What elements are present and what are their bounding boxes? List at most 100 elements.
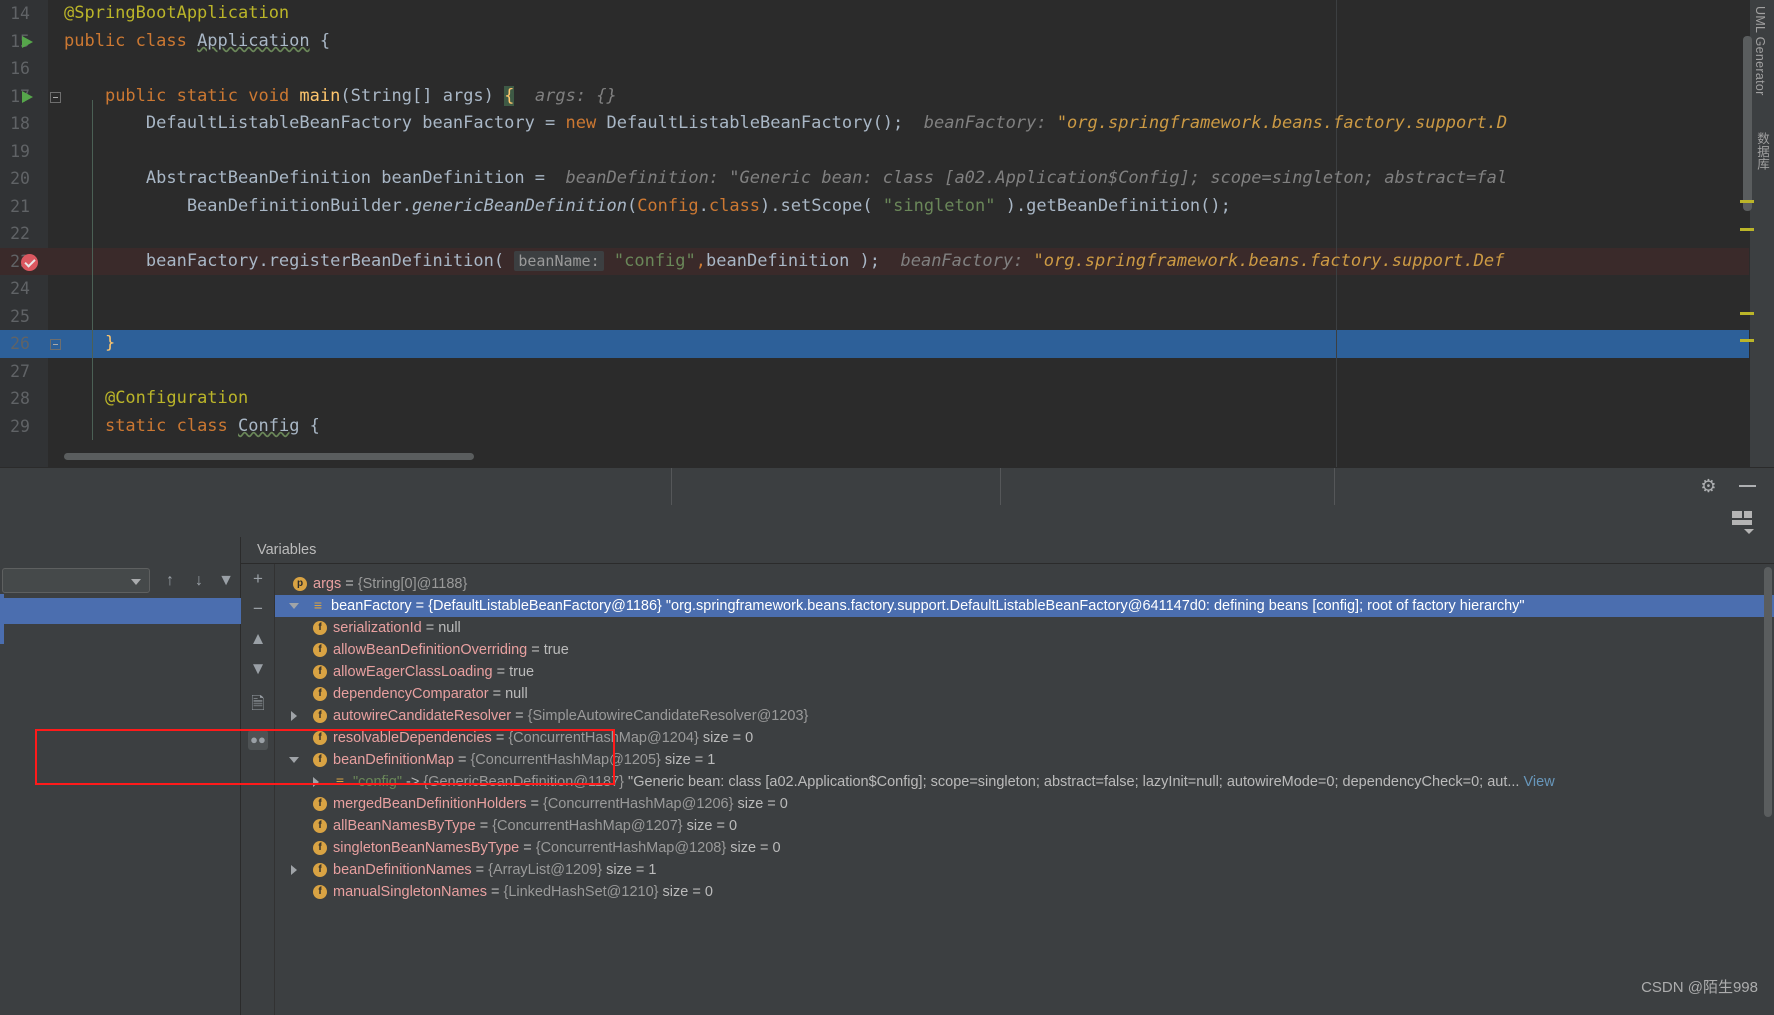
- fold-region-icon[interactable]: [50, 91, 61, 103]
- variable-meta: {String[0]@1188}: [357, 576, 468, 592]
- arrow-up-icon[interactable]: ↑: [160, 571, 180, 591]
- variable-row[interactable]: p args = {String[0]@1188}: [275, 573, 1774, 595]
- field-icon: f: [313, 885, 327, 899]
- variables-tree[interactable]: p args = {String[0]@1188} ≡ beanFactory …: [275, 564, 1774, 1015]
- variable-row[interactable]: f beanDefinitionMap = {ConcurrentHashMap…: [275, 749, 1774, 771]
- arrow-down-icon[interactable]: ↓: [189, 571, 209, 591]
- chevron-down-icon[interactable]: [289, 603, 299, 609]
- field-icon: f: [313, 863, 327, 877]
- code-line[interactable]: 22: [0, 220, 1749, 248]
- editor-vertical-scrollbar[interactable]: [1743, 36, 1752, 211]
- line-number: 25: [10, 306, 30, 326]
- code-editor[interactable]: 14 @SpringBootApplication 15 public clas…: [0, 0, 1774, 467]
- variable-row[interactable]: f allBeanNamesByType = {ConcurrentHashMa…: [275, 815, 1774, 837]
- variables-scrollbar[interactable]: [1764, 567, 1772, 817]
- variable-row[interactable]: f serializationId = null: [275, 617, 1774, 639]
- code-line[interactable]: 27: [0, 358, 1749, 386]
- editor-marker-warning[interactable]: [1740, 312, 1754, 315]
- variable-eq: =: [486, 884, 504, 900]
- run-gutter-icon[interactable]: [22, 35, 33, 48]
- editor-marker-warning[interactable]: [1740, 228, 1754, 231]
- line-number: 21: [10, 196, 30, 216]
- parameter-icon: p: [293, 577, 307, 591]
- variable-name: manualSingletonNames: [333, 884, 487, 900]
- variable-row[interactable]: f beanDefinitionNames = {ArrayList@1209}…: [275, 859, 1774, 881]
- debugger-panel: ↑ ↓ ▼ Variables + − ▲ ▼ 🗎 ●● p args = {S…: [0, 537, 1774, 1015]
- code-line[interactable]: 20 AbstractBeanDefinition beanDefinition…: [0, 165, 1749, 193]
- tab-database[interactable]: 数据库: [1753, 132, 1772, 170]
- editor-marker-warning[interactable]: [1740, 200, 1754, 203]
- down-triangle-icon[interactable]: ▼: [248, 659, 268, 679]
- object-icon: ≡: [335, 773, 345, 789]
- code-line-selected[interactable]: 26 }: [0, 330, 1749, 358]
- layout-settings-icon[interactable]: [1732, 511, 1754, 527]
- variable-name: allowBeanDefinitionOverriding: [333, 642, 528, 658]
- variable-row-config-entry[interactable]: ≡ "config" -> {GenericBeanDefinition@118…: [275, 771, 1774, 793]
- code-line[interactable]: 28 @Configuration: [0, 385, 1749, 413]
- fold-region-icon[interactable]: [50, 339, 61, 350]
- editor-marker-warning[interactable]: [1740, 339, 1754, 342]
- thread-select[interactable]: [2, 568, 150, 593]
- tab-uml-generator[interactable]: UML Generator: [1753, 6, 1767, 96]
- variable-name: args: [313, 576, 342, 592]
- variable-row[interactable]: f mergedBeanDefinitionHolders = {Concurr…: [275, 793, 1774, 815]
- variable-eq: =: [491, 730, 509, 746]
- glasses-icon[interactable]: ●●: [248, 730, 268, 750]
- field-icon: f: [313, 643, 327, 657]
- code-line[interactable]: 18 DefaultListableBeanFactory beanFactor…: [0, 110, 1749, 138]
- code-line[interactable]: 19: [0, 138, 1749, 166]
- code-line[interactable]: 25: [0, 303, 1749, 331]
- code-line-current-execution[interactable]: 23 beanFactory.registerBeanDefinition( b…: [0, 247, 1749, 275]
- variable-name: mergedBeanDefinitionHolders: [333, 796, 527, 812]
- chevron-right-icon[interactable]: [291, 865, 297, 875]
- line-content: }: [104, 333, 116, 353]
- code-line[interactable]: 24: [0, 275, 1749, 303]
- code-line[interactable]: 29 static class Config {: [0, 413, 1749, 441]
- chevron-down-icon[interactable]: [289, 757, 299, 763]
- variable-row[interactable]: f allowEagerClassLoading = true: [275, 661, 1774, 683]
- line-number: 14: [10, 4, 30, 23]
- variable-row[interactable]: f autowireCandidateResolver = {SimpleAut…: [275, 705, 1774, 727]
- plus-icon[interactable]: +: [248, 569, 268, 589]
- variable-name: dependencyComparator: [333, 686, 489, 702]
- copy-icon[interactable]: 🗎: [248, 694, 268, 714]
- minimize-icon[interactable]: [1739, 485, 1756, 487]
- frames-pane[interactable]: ↑ ↓ ▼: [0, 537, 241, 1015]
- code-line[interactable]: 21 BeanDefinitionBuilder.genericBeanDefi…: [0, 193, 1749, 221]
- variable-row[interactable]: f allowBeanDefinitionOverriding = true: [275, 639, 1774, 661]
- variable-name: beanFactory: [331, 598, 412, 614]
- editor-horizontal-scrollbar[interactable]: [64, 453, 474, 460]
- chevron-right-icon[interactable]: [291, 711, 297, 721]
- gear-icon[interactable]: ⚙: [1699, 477, 1718, 496]
- watermark: CSDN @陌生998: [1641, 979, 1758, 996]
- variable-row-selected[interactable]: ≡ beanFactory = {DefaultListableBeanFact…: [275, 595, 1774, 617]
- chevron-down-icon[interactable]: [1744, 529, 1754, 534]
- breakpoint-icon[interactable]: [21, 253, 38, 271]
- variable-row[interactable]: f dependencyComparator = null: [275, 683, 1774, 705]
- field-icon: f: [313, 841, 327, 855]
- debug-toolbar-strip: [0, 505, 1774, 537]
- code-line[interactable]: 14 @SpringBootApplication: [0, 0, 1749, 28]
- status-divider: [1000, 468, 1001, 505]
- variable-name: allowEagerClassLoading: [333, 664, 493, 680]
- code-line[interactable]: 15 public class Application {: [0, 28, 1749, 56]
- variable-row[interactable]: f singletonBeanNamesByType = {Concurrent…: [275, 837, 1774, 859]
- right-tool-tabs[interactable]: UML Generator 数据库: [1749, 0, 1774, 467]
- variable-row[interactable]: f manualSingletonNames = {LinkedHashSet@…: [275, 881, 1774, 903]
- filter-icon[interactable]: ▼: [216, 571, 236, 591]
- field-icon: f: [313, 709, 327, 723]
- variable-row[interactable]: f resolvableDependencies = {ConcurrentHa…: [275, 727, 1774, 749]
- field-icon: f: [313, 621, 327, 635]
- object-icon: ≡: [313, 597, 323, 613]
- run-gutter-icon[interactable]: [22, 90, 33, 103]
- chevron-right-icon[interactable]: [313, 777, 319, 787]
- variable-eq: =: [411, 598, 429, 614]
- variable-meta: {ArrayList@1209}: [488, 862, 603, 878]
- minus-icon[interactable]: −: [248, 599, 268, 619]
- view-link[interactable]: View: [1524, 774, 1555, 790]
- code-line[interactable]: 17 public static void main(String[] args…: [0, 83, 1749, 111]
- code-line[interactable]: 16: [0, 55, 1749, 83]
- stack-frame-row-selected[interactable]: [0, 598, 241, 624]
- up-triangle-icon[interactable]: ▲: [248, 629, 268, 649]
- variable-eq: =: [341, 576, 358, 592]
